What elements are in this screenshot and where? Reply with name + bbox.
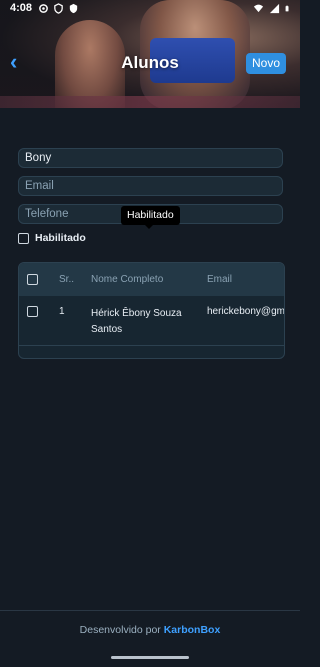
navigation-handle[interactable] — [111, 656, 189, 659]
shield-icon — [54, 3, 63, 14]
footer-divider — [0, 610, 300, 611]
status-bar: 4:08 — [0, 0, 300, 18]
row-sr: 1 — [59, 306, 65, 317]
table-row[interactable]: 1 Hérick Êbony Souza Santos herickebony@… — [19, 296, 284, 346]
row-email: herickebony@gm — [207, 306, 285, 317]
footer-brand-link[interactable]: KarbonBox — [164, 624, 221, 636]
name-input[interactable]: Bony — [18, 148, 283, 168]
email-input[interactable]: Email — [18, 176, 283, 196]
footer: Desenvolvido por KarbonBox — [0, 624, 300, 636]
students-table: Sr.. Nome Completo Email 1 Hérick Êbony … — [18, 262, 285, 359]
footer-prefix: Desenvolvido por — [79, 624, 164, 636]
signal-icon — [269, 3, 280, 14]
enabled-tooltip: Habilitado — [121, 206, 180, 229]
battery-icon — [285, 5, 289, 12]
row-checkbox[interactable] — [27, 306, 38, 317]
column-header-sr[interactable]: Sr.. — [59, 274, 74, 285]
column-header-name[interactable]: Nome Completo — [91, 274, 163, 285]
row-name: Hérick Êbony Souza Santos — [91, 308, 182, 335]
enabled-checkbox-row[interactable]: Habilitado — [18, 232, 86, 244]
enabled-label: Habilitado — [35, 232, 86, 244]
new-button[interactable]: Novo — [245, 53, 286, 74]
select-all-checkbox[interactable] — [27, 274, 38, 285]
shield-check-icon — [69, 3, 78, 14]
column-header-email[interactable]: Email — [207, 274, 232, 285]
wifi-icon — [253, 4, 264, 13]
table-header: Sr.. Nome Completo Email — [19, 263, 284, 296]
status-time: 4:08 — [10, 2, 33, 14]
gear-icon — [39, 4, 48, 13]
enabled-checkbox[interactable] — [18, 232, 29, 244]
